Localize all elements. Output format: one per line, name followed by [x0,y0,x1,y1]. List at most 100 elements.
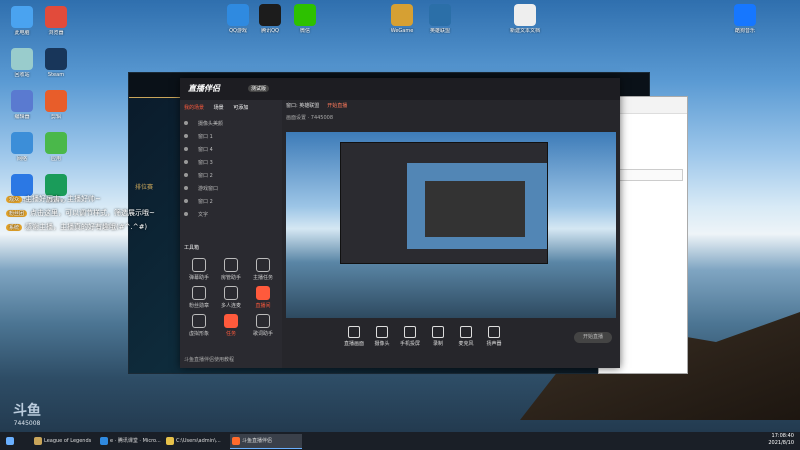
tool-button[interactable]: 多人连麦 [216,286,246,309]
desktop-icon-label: 酷狗音乐 [734,28,755,34]
control-label: 录制 [432,341,443,347]
source-row[interactable]: 游戏窗口 [184,185,278,194]
tool-icon [192,314,206,328]
desktop-icon[interactable]: 剪辑 [36,90,76,120]
tool-button[interactable]: 任务 [216,314,246,337]
app-icon [429,4,451,26]
control-button[interactable]: 摄像头 [370,326,394,347]
desktop-icon[interactable]: 浏览器 [36,6,76,36]
taskbar: League of Legends e · 腾讯课堂 · Micro... C:\U… [0,432,800,450]
app-icon [11,6,33,28]
start-button[interactable] [4,434,18,448]
desktop-icon[interactable]: Steam [36,48,76,78]
chat-line: 系统 感谢主播，主播真的好有趣哦(#^.^#) [6,222,206,232]
version-badge: 测试版 [248,85,270,92]
control-button[interactable]: 麦克风 [454,326,478,347]
stream-watermark: 斗鱼 7445008 [2,400,52,427]
lol-queue-tab[interactable]: 排位赛 [135,181,175,195]
tool-icon [256,314,270,328]
tool-icon [192,258,206,272]
sidebar-tabs: 我的场景 场景 可添加 [184,104,280,116]
control-icon [348,326,360,338]
source-row[interactable]: 窗口 3 [184,159,278,168]
tool-label: 主播任务 [252,275,273,281]
taskbar-item-label: C:\Users\admin\... [176,438,221,444]
stream-preview[interactable] [286,132,616,318]
control-button[interactable]: 手机投屏 [398,326,422,347]
chat-text: 感谢主播，主播真的好有趣哦(#^.^#) [25,223,148,231]
eye-icon[interactable] [184,173,188,177]
chat-line: 粉丝团 点击这里，可以调节样式，筛选展示哦~ [6,208,206,218]
tool-label: 虚拟形象 [188,331,209,337]
desktop-icon[interactable]: 酷狗音乐 [725,4,765,34]
preview-nested-window-2 [407,163,547,249]
desktop-icon-label: 应用 [50,156,61,162]
taskbar-item[interactable]: e · 腾讯课堂 · Micro... [98,434,170,448]
sources-sidebar: 我的场景 场景 可添加 工具箱 弹幕助手 房管助手 主播任务 粉丝勋章 多人连麦 直播间虚… [180,100,282,368]
scene-tag[interactable]: 开始直播 [327,103,347,109]
clock-date: 2021/8/10 [768,440,794,446]
eye-icon[interactable] [184,134,188,138]
eye-icon[interactable] [184,160,188,164]
tool-button[interactable]: 主播任务 [248,258,278,281]
app-icon [391,4,413,26]
desktop-icon[interactable]: WeGame [382,4,422,34]
tool-button[interactable]: 房管助手 [216,258,246,281]
tab-scenes[interactable]: 场景 [214,105,224,111]
control-label: 摄像头 [374,341,390,347]
chat-user-badge: 系统 [6,224,23,231]
taskbar-item[interactable]: 斗鱼直播伴侣 [230,434,302,449]
tool-button[interactable]: 虚拟形象 [184,314,214,337]
control-button[interactable]: 录制 [426,326,450,347]
desktop-icon[interactable]: 新建文本文档 [505,4,545,34]
chat-user-badge: 粉丝团 [6,210,28,217]
desktop-icon[interactable]: 腾讯QQ [250,4,290,34]
control-button[interactable]: 扬声器 [482,326,506,347]
chat-text: 主播好厉害，主播好帅~ [25,195,101,203]
tool-button[interactable]: 弹幕助手 [184,258,214,281]
desktop-icon-label: 微信 [299,28,310,34]
start-stream-button[interactable]: 开始直播 [574,332,612,343]
control-button[interactable]: 直播画面 [342,326,366,347]
taskbar-item[interactable]: C:\Users\admin\... [164,434,236,448]
app-icon [45,90,67,112]
app-icon [45,132,67,154]
source-row[interactable]: 窗口 4 [184,146,278,155]
eye-icon[interactable] [184,147,188,151]
control-icon [488,326,500,338]
tab-add[interactable]: 可添加 [233,105,248,111]
eye-icon[interactable] [184,121,188,125]
live-stream-app-window[interactable]: 直播伴侣 测试版 我的场景 场景 可添加 工具箱 弹幕助手 房管助手 主播任务 粉丝勋… [180,78,620,368]
taskbar-clock[interactable]: 17:08:40 2021/8/10 [768,433,794,447]
chat-user-badge: 观众 [6,196,23,203]
tool-icon [256,286,270,300]
control-label: 麦克风 [458,341,474,347]
control-label: 直播画面 [343,341,364,347]
app-icon [11,174,33,196]
taskbar-app-icon [166,437,174,445]
tool-label: 粉丝勋章 [188,303,209,309]
tab-my-scenes[interactable]: 我的场景 [184,105,204,111]
chat-text: 点击这里，可以调节样式，筛选展示哦~ [30,209,155,217]
app-icon [227,4,249,26]
source-row[interactable]: 摄像头美颜 [184,120,278,129]
desktop-icon[interactable]: 应用 [36,132,76,162]
app-icon [45,48,67,70]
desktop-icon-label: Steam [47,72,65,78]
desktop-icon[interactable]: 微信 [285,4,325,34]
tool-button[interactable]: 粉丝勋章 [184,286,214,309]
tool-button[interactable]: 直播间 [248,286,278,309]
eye-icon[interactable] [184,186,188,190]
app-titlebar: 直播伴侣 测试版 [180,78,620,100]
control-icon [376,326,388,338]
tool-icon [224,258,238,272]
desktop-icon[interactable]: 英雄联盟 [420,4,460,34]
tutorial-link[interactable]: 斗鱼直播伴侣使用教程 [184,356,234,363]
control-icon [404,326,416,338]
clock-time: 17:08:40 [771,433,794,439]
taskbar-item[interactable]: League of Legends [32,434,104,448]
tool-button[interactable]: 歌词助手 [248,314,278,337]
source-row[interactable]: 窗口 1 [184,133,278,142]
control-icon [432,326,444,338]
source-row[interactable]: 窗口 2 [184,172,278,181]
